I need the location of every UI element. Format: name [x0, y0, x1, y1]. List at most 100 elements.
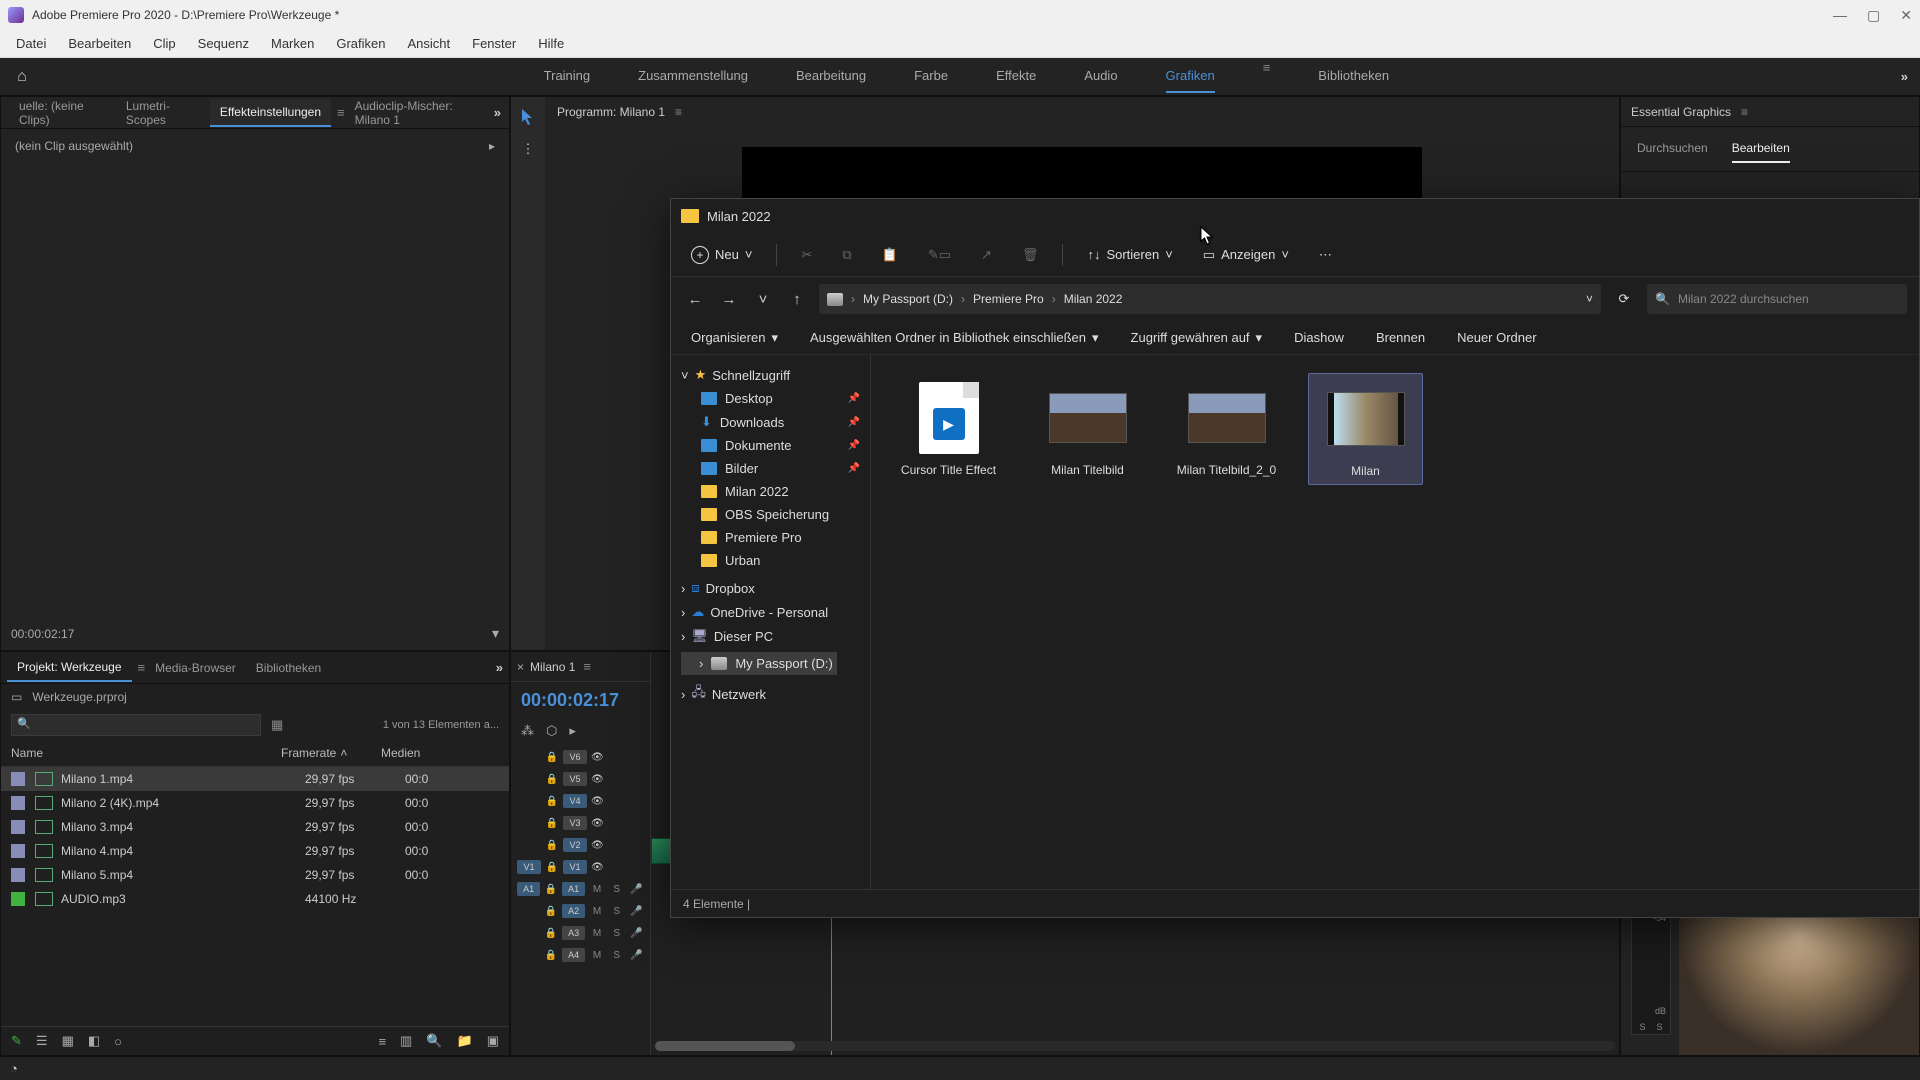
workspace-libraries[interactable]: Bibliotheken [1318, 60, 1389, 93]
list-view-toggle-icon[interactable]: ☰ [36, 1033, 48, 1049]
freeform-view-icon[interactable]: ◧ [88, 1033, 100, 1049]
workspace-color[interactable]: Farbe [914, 60, 948, 93]
solo-left[interactable]: S [1639, 1022, 1645, 1032]
eg-menu-icon[interactable]: ≡ [1741, 105, 1748, 119]
workspace-assembly[interactable]: Zusammenstellung [638, 60, 748, 93]
delete-button[interactable]: 🗑 [1016, 243, 1045, 267]
list-view-icon[interactable]: ▦ [271, 717, 283, 733]
tab-source[interactable]: uelle: (keine Clips) [9, 93, 116, 133]
find-icon[interactable]: 🔍 [426, 1033, 442, 1049]
marker-icon[interactable]: ▸ [569, 723, 576, 739]
automate-icon[interactable]: ▥ [400, 1033, 412, 1049]
new-button[interactable]: + Neu ˅ [685, 242, 758, 268]
sidebar-documents[interactable]: Dokumente📌 [677, 434, 864, 457]
rename-button[interactable]: ✎▭ [922, 243, 957, 267]
track-target[interactable]: A1 [562, 882, 585, 896]
track-target[interactable]: V3 [563, 816, 587, 830]
vertical-type-tool-icon[interactable]: ⋮ [518, 139, 538, 159]
timeline-timecode[interactable]: 00:00:02:17 [511, 682, 650, 719]
sequence-close-icon[interactable]: × [517, 660, 524, 674]
file-tile[interactable]: Milan [1308, 373, 1423, 485]
pen-tool-icon[interactable]: ✎ [11, 1033, 22, 1049]
lock-icon[interactable]: 🔒 [544, 884, 558, 895]
project-row[interactable]: Milano 3.mp429,97 fps00:0 [1, 815, 509, 839]
eye-icon[interactable]: 👁 [591, 818, 605, 829]
selection-tool-icon[interactable] [518, 107, 538, 127]
panel-menu-icon[interactable]: ≡ [337, 105, 345, 120]
track-target[interactable]: V4 [563, 794, 587, 808]
zoom-slider-icon[interactable]: ○ [114, 1034, 122, 1049]
voice-record-icon[interactable]: 🎤 [628, 884, 644, 895]
project-row[interactable]: AUDIO.mp344100 Hz [1, 887, 509, 911]
snap-icon[interactable]: ⁂ [521, 723, 534, 739]
video-track-header[interactable]: 🔒V6👁 [517, 747, 644, 767]
audio-track-header[interactable]: 🔒A3MS🎤 [517, 923, 644, 943]
sequence-name[interactable]: Milano 1 [530, 660, 575, 674]
expand-arrow-icon[interactable]: ▸ [489, 139, 495, 153]
lock-icon[interactable]: 🔒 [545, 796, 559, 807]
breadcrumb-segment[interactable]: Milan 2022 [1064, 292, 1123, 306]
column-name[interactable]: Name [11, 746, 281, 760]
share-button[interactable]: ↗ [975, 243, 998, 267]
mute-button[interactable]: M [589, 928, 605, 939]
workspace-effects[interactable]: Effekte [996, 60, 1036, 93]
eye-icon[interactable]: 👁 [591, 840, 605, 851]
lock-icon[interactable]: 🔒 [544, 950, 558, 961]
timeline-menu-icon[interactable]: ≡ [583, 659, 591, 674]
paste-button[interactable]: 📋 [876, 243, 904, 267]
video-track-header[interactable]: V1🔒V1👁 [517, 857, 644, 877]
sidebar-dropbox[interactable]: ›⧈Dropbox [677, 576, 864, 600]
track-target[interactable]: A4 [562, 948, 585, 962]
mute-button[interactable]: M [589, 884, 605, 895]
breadcrumb-segment[interactable]: Premiere Pro [973, 292, 1044, 306]
refresh-button[interactable]: ⟳ [1611, 291, 1637, 307]
tab-effect-controls[interactable]: Effekteinstellungen [210, 99, 331, 127]
explorer-titlebar[interactable]: Milan 2022 [671, 199, 1919, 233]
sidebar-pictures[interactable]: Bilder📌 [677, 457, 864, 480]
project-row[interactable]: Milano 2 (4K).mp429,97 fps00:0 [1, 791, 509, 815]
minimize-button[interactable]: — [1833, 7, 1847, 24]
new-bin-icon[interactable]: 📁 [457, 1033, 473, 1049]
project-tab-menu-icon[interactable]: ≡ [138, 660, 146, 675]
source-patch[interactable]: V1 [517, 860, 541, 874]
track-target[interactable]: V1 [563, 860, 587, 874]
sidebar-obs[interactable]: OBS Speicherung [677, 503, 864, 526]
video-track-header[interactable]: 🔒V2👁 [517, 835, 644, 855]
video-track-header[interactable]: 🔒V5👁 [517, 769, 644, 789]
filter-icon[interactable]: ▾ [492, 625, 499, 642]
audio-track-header[interactable]: 🔒A2MS🎤 [517, 901, 644, 921]
organize-dropdown[interactable]: Organisieren ▾ [685, 326, 784, 350]
file-tile[interactable]: ▶Cursor Title Effect [891, 373, 1006, 483]
solo-button[interactable]: S [609, 906, 625, 917]
menu-ansicht[interactable]: Ansicht [397, 32, 460, 55]
solo-right[interactable]: S [1656, 1022, 1662, 1032]
project-row[interactable]: Milano 5.mp429,97 fps00:0 [1, 863, 509, 887]
copy-button[interactable]: ⧉ [836, 243, 857, 267]
include-library-dropdown[interactable]: Ausgewählten Ordner in Bibliothek einsch… [804, 326, 1105, 350]
linked-selection-icon[interactable]: ⬡ [546, 723, 557, 739]
workspace-editing[interactable]: Bearbeitung [796, 60, 866, 93]
solo-button[interactable]: S [609, 928, 625, 939]
menu-bearbeiten[interactable]: Bearbeiten [58, 32, 141, 55]
sidebar-network[interactable]: ›🖧Netzwerk [677, 679, 864, 709]
menu-fenster[interactable]: Fenster [462, 32, 526, 55]
menu-marken[interactable]: Marken [261, 32, 324, 55]
mute-button[interactable]: M [589, 950, 605, 961]
eye-icon[interactable]: 👁 [591, 862, 605, 873]
sidebar-milan[interactable]: Milan 2022 [677, 480, 864, 503]
project-row[interactable]: Milano 1.mp429,97 fps00:0 [1, 767, 509, 791]
sidebar-urban[interactable]: Urban [677, 549, 864, 572]
project-overflow-icon[interactable]: » [496, 660, 503, 675]
project-search-input[interactable] [11, 714, 261, 736]
slideshow-button[interactable]: Diashow [1288, 326, 1350, 349]
eye-icon[interactable]: 👁 [591, 774, 605, 785]
recent-dropdown[interactable]: ˅ [751, 291, 775, 308]
file-tile[interactable]: Milan Titelbild [1030, 373, 1145, 483]
solo-button[interactable]: S [609, 884, 625, 895]
program-menu-icon[interactable]: ≡ [675, 105, 682, 119]
tab-project[interactable]: Projekt: Werkzeuge [7, 654, 132, 682]
burn-button[interactable]: Brennen [1370, 326, 1431, 349]
sort-button[interactable]: ↑↓ Sortieren ˅ [1081, 243, 1178, 266]
source-patch[interactable]: A1 [517, 882, 540, 896]
workspace-overflow-icon[interactable]: » [1901, 69, 1908, 84]
